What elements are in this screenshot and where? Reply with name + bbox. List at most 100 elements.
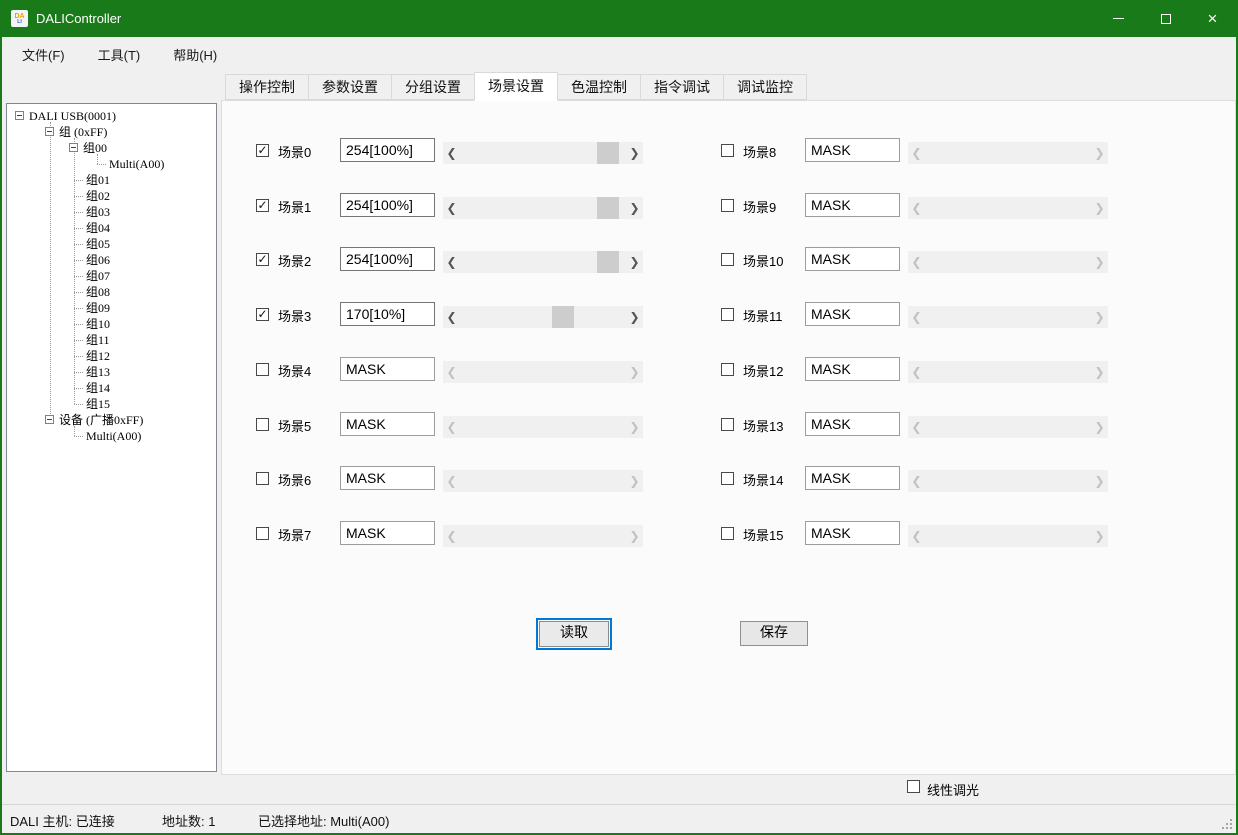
tab-strip: 操作控制参数设置分组设置场景设置色温控制指令调试调试监控 bbox=[2, 71, 1236, 100]
tree-node[interactable]: 组12 bbox=[86, 348, 110, 364]
tree-expander-icon[interactable] bbox=[15, 111, 24, 120]
scene-checkbox[interactable] bbox=[721, 144, 734, 157]
scene-checkbox[interactable] bbox=[256, 527, 269, 540]
tree-expander-icon[interactable] bbox=[45, 127, 54, 136]
read-button[interactable]: 读取 bbox=[539, 621, 609, 647]
tree-node[interactable]: 组13 bbox=[86, 364, 110, 380]
tree-node[interactable]: 组10 bbox=[86, 316, 110, 332]
scene-value-input[interactable] bbox=[805, 247, 900, 271]
status-host: DALI 主机: 已连接 bbox=[10, 811, 115, 830]
tree-node[interactable]: 组15 bbox=[86, 396, 110, 412]
scene-checkbox[interactable] bbox=[721, 199, 734, 212]
scene-checkbox[interactable] bbox=[256, 418, 269, 431]
slider-thumb[interactable] bbox=[597, 142, 619, 164]
tab-0[interactable]: 操作控制 bbox=[225, 74, 309, 100]
slider-left-arrow-icon: ❮ bbox=[908, 251, 925, 273]
tree-node[interactable]: 组05 bbox=[86, 236, 110, 252]
tree-node[interactable]: 组00 bbox=[83, 140, 107, 156]
scene-checkbox[interactable] bbox=[721, 527, 734, 540]
tree-node[interactable]: 设备 (广播0xFF) bbox=[59, 412, 143, 428]
tree-expander-icon[interactable] bbox=[69, 143, 78, 152]
minimize-button[interactable] bbox=[1095, 0, 1142, 37]
tab-1[interactable]: 参数设置 bbox=[308, 74, 392, 100]
scene-value-input[interactable] bbox=[805, 193, 900, 217]
tab-5[interactable]: 指令调试 bbox=[640, 74, 724, 100]
tree-node[interactable]: 组03 bbox=[86, 204, 110, 220]
tree-node[interactable]: 组 (0xFF) bbox=[59, 124, 107, 140]
tree-node[interactable]: 组01 bbox=[86, 172, 110, 188]
scene-value-input[interactable] bbox=[805, 357, 900, 381]
scene-checkbox[interactable] bbox=[721, 253, 734, 266]
tree-node[interactable]: Multi(A00) bbox=[109, 156, 164, 172]
save-button[interactable]: 保存 bbox=[740, 621, 808, 646]
tab-3[interactable]: 场景设置 bbox=[474, 72, 558, 101]
maximize-button[interactable] bbox=[1142, 0, 1189, 37]
scene-slider: ❮❯ bbox=[443, 361, 643, 383]
scene-slider: ❮❯ bbox=[443, 525, 643, 547]
tab-4[interactable]: 色温控制 bbox=[557, 74, 641, 100]
scene-value-input[interactable] bbox=[805, 466, 900, 490]
slider-left-arrow-icon[interactable]: ❮ bbox=[443, 142, 460, 164]
slider-thumb[interactable] bbox=[597, 251, 619, 273]
menu-tools[interactable]: 工具(T) bbox=[86, 41, 153, 68]
scene-label: 场景15 bbox=[743, 525, 783, 544]
slider-right-arrow-icon: ❯ bbox=[1091, 470, 1108, 492]
close-button[interactable]: × bbox=[1189, 0, 1236, 37]
tree-node[interactable]: DALI USB(0001) bbox=[29, 108, 116, 124]
slider-right-arrow-icon[interactable]: ❯ bbox=[626, 306, 643, 328]
scene-value-input[interactable] bbox=[340, 247, 435, 271]
tree-node[interactable]: 组06 bbox=[86, 252, 110, 268]
scene-slider[interactable]: ❮❯ bbox=[443, 142, 643, 164]
scene-slider[interactable]: ❮❯ bbox=[443, 197, 643, 219]
tree-node[interactable]: 组07 bbox=[86, 268, 110, 284]
slider-thumb[interactable] bbox=[597, 197, 619, 219]
scene-value-input[interactable] bbox=[805, 138, 900, 162]
slider-left-arrow-icon[interactable]: ❮ bbox=[443, 197, 460, 219]
scene-checkbox[interactable] bbox=[721, 363, 734, 376]
scene-value-input[interactable] bbox=[340, 193, 435, 217]
tree-node[interactable]: 组08 bbox=[86, 284, 110, 300]
menu-help[interactable]: 帮助(H) bbox=[161, 41, 229, 68]
scene-value-input[interactable] bbox=[805, 521, 900, 545]
tree-node[interactable]: 组14 bbox=[86, 380, 110, 396]
tree-node[interactable]: 组02 bbox=[86, 188, 110, 204]
scene-checkbox[interactable]: ✓ bbox=[256, 199, 269, 212]
slider-thumb[interactable] bbox=[552, 306, 574, 328]
scene-value-input[interactable] bbox=[340, 412, 435, 436]
scene-value-input[interactable] bbox=[340, 138, 435, 162]
scene-value-input[interactable] bbox=[340, 466, 435, 490]
scene-value-input[interactable] bbox=[340, 302, 435, 326]
slider-right-arrow-icon[interactable]: ❯ bbox=[626, 251, 643, 273]
scene-checkbox[interactable]: ✓ bbox=[256, 308, 269, 321]
app-window: DA LI DALIController × 文件(F) 工具(T) 帮助(H)… bbox=[0, 0, 1238, 835]
scene-checkbox[interactable] bbox=[256, 363, 269, 376]
scene-checkbox[interactable] bbox=[721, 472, 734, 485]
scene-checkbox[interactable]: ✓ bbox=[256, 144, 269, 157]
scene-slider[interactable]: ❮❯ bbox=[443, 251, 643, 273]
tree-node[interactable]: 组09 bbox=[86, 300, 110, 316]
menu-file[interactable]: 文件(F) bbox=[10, 41, 77, 68]
scene-value-input[interactable] bbox=[805, 412, 900, 436]
tree-node[interactable]: 组11 bbox=[86, 332, 110, 348]
linear-dimming-label: 线性调光 bbox=[927, 780, 979, 799]
tab-6[interactable]: 调试监控 bbox=[723, 74, 807, 100]
linear-dimming-checkbox[interactable] bbox=[907, 780, 920, 793]
scene-slider[interactable]: ❮❯ bbox=[443, 306, 643, 328]
scene-checkbox[interactable] bbox=[256, 472, 269, 485]
resize-grip[interactable] bbox=[1220, 817, 1232, 829]
scene-checkbox[interactable]: ✓ bbox=[256, 253, 269, 266]
tree-node[interactable]: Multi(A00) bbox=[86, 428, 141, 444]
scene-value-input[interactable] bbox=[805, 302, 900, 326]
slider-left-arrow-icon[interactable]: ❮ bbox=[443, 306, 460, 328]
scene-value-input[interactable] bbox=[340, 521, 435, 545]
scene-checkbox[interactable] bbox=[721, 308, 734, 321]
tree-expander-icon[interactable] bbox=[45, 415, 54, 424]
slider-right-arrow-icon[interactable]: ❯ bbox=[626, 197, 643, 219]
slider-right-arrow-icon[interactable]: ❯ bbox=[626, 142, 643, 164]
scene-checkbox[interactable] bbox=[721, 418, 734, 431]
tab-2[interactable]: 分组设置 bbox=[391, 74, 475, 100]
tree-node[interactable]: 组04 bbox=[86, 220, 110, 236]
scene-value-input[interactable] bbox=[340, 357, 435, 381]
scene-label: 场景13 bbox=[743, 416, 783, 435]
slider-left-arrow-icon[interactable]: ❮ bbox=[443, 251, 460, 273]
